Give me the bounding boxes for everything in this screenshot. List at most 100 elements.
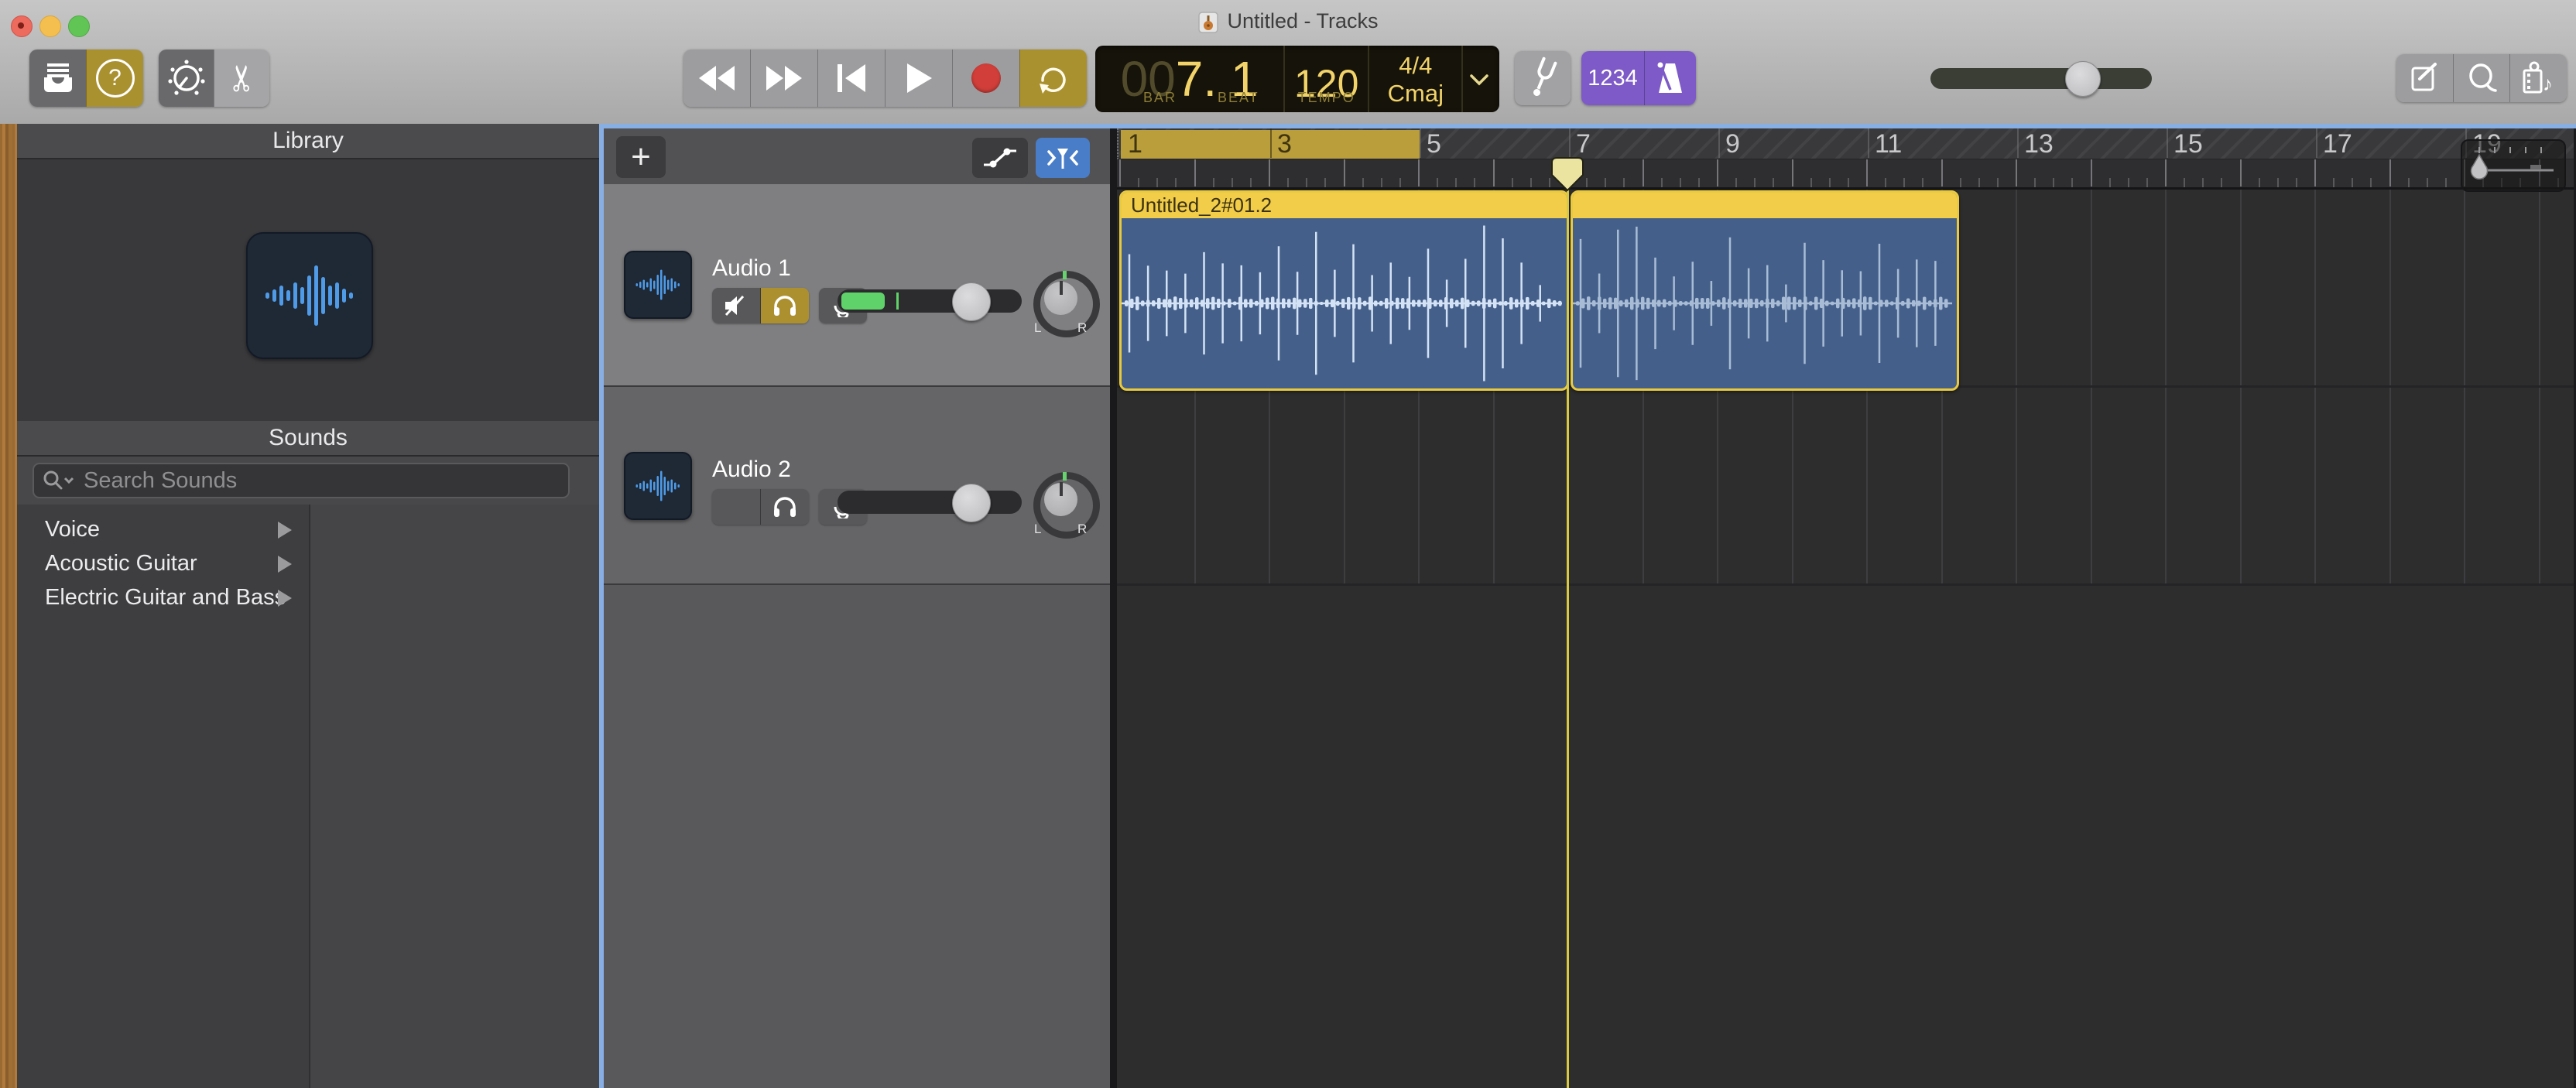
track-panel-toolbar: + xyxy=(604,128,1110,186)
beat-tick xyxy=(1249,178,1252,187)
beat-tick xyxy=(1922,178,1924,187)
search-input[interactable]: Search Sounds xyxy=(33,463,570,498)
mute-button[interactable] xyxy=(712,288,760,323)
library-tray-icon xyxy=(43,63,72,92)
beat-tick xyxy=(1978,178,1980,187)
playhead-line[interactable] xyxy=(1567,189,1569,1088)
metronome-button[interactable] xyxy=(1644,51,1696,105)
volume-knob[interactable] xyxy=(952,484,991,522)
meter-level-fill xyxy=(841,293,885,310)
knob-icon xyxy=(167,60,205,95)
add-track-button[interactable]: + xyxy=(616,136,666,178)
audio-region[interactable] xyxy=(1570,190,1959,391)
lcd-beat-label: BEAT xyxy=(1218,90,1259,105)
loop-browser-button[interactable] xyxy=(2453,54,2509,102)
volume-meter-slider[interactable] xyxy=(838,491,1022,514)
bar-tick xyxy=(2165,159,2167,186)
mute-button[interactable] xyxy=(712,489,760,525)
toolbar: Untitled - Tracks ? ✂ 007. 1 BAR BEAT 12… xyxy=(0,0,2576,125)
sounds-header: Sounds xyxy=(17,421,599,457)
solo-button[interactable] xyxy=(760,489,809,525)
sound-category-item[interactable]: Electric Guitar and Bass xyxy=(17,580,309,614)
beat-tick xyxy=(1754,178,1756,187)
beat-tick xyxy=(2221,178,2223,187)
ruler-ticks[interactable] xyxy=(1117,159,2574,187)
lcd-position-section[interactable]: 007. 1 BAR BEAT xyxy=(1095,46,1283,112)
track-icon-tile[interactable] xyxy=(624,251,692,319)
disclosure-triangle-icon[interactable] xyxy=(278,590,292,607)
search-area: Search Sounds xyxy=(17,457,599,505)
audio-region[interactable]: Untitled_2#01.2 xyxy=(1119,190,1570,391)
count-in-button[interactable]: 1234 xyxy=(1581,51,1644,105)
track-name[interactable]: Audio 1 xyxy=(712,255,791,282)
pan-left-label: L xyxy=(1034,320,1042,335)
notepad-pencil-icon xyxy=(2411,63,2437,91)
pan-knob[interactable] xyxy=(1033,472,1100,539)
lcd-tempo-section[interactable]: 120 TEMPO xyxy=(1283,46,1368,112)
editors-button[interactable]: ✂ xyxy=(214,50,269,107)
volume-knob[interactable] xyxy=(952,282,991,321)
beat-tick xyxy=(1810,178,1812,187)
lcd-menu-section[interactable] xyxy=(1461,46,1499,112)
beat-tick xyxy=(2202,178,2204,187)
cycle-button[interactable] xyxy=(1019,50,1087,107)
ruler-bar-number: 15 xyxy=(2174,129,2203,159)
horizontal-zoom-slider[interactable] xyxy=(2461,139,2566,192)
beat-tick xyxy=(1474,178,1476,187)
ruler-bar-number: 5 xyxy=(1427,129,1441,159)
record-dot-icon xyxy=(971,63,1001,93)
catch-funnel-icon xyxy=(1047,149,1078,169)
beat-tick xyxy=(1380,178,1382,187)
playhead-pin[interactable] xyxy=(1550,156,1585,192)
panel-timeline-separator[interactable] xyxy=(1110,128,1117,1088)
track-lanes[interactable]: Untitled_2#01.2 xyxy=(1117,190,2574,1088)
beat-tick xyxy=(2184,178,2186,187)
note-pads-button[interactable] xyxy=(2396,54,2453,102)
tuner-button[interactable] xyxy=(1515,51,1571,105)
record-button[interactable] xyxy=(952,50,1019,107)
beat-tick xyxy=(1959,178,1961,187)
lcd-key-section[interactable]: 4/4 Cmaj xyxy=(1368,46,1461,112)
bar-gridline xyxy=(2538,190,2540,586)
pan-knob[interactable] xyxy=(1033,271,1100,337)
solo-button[interactable] xyxy=(760,288,809,323)
track-name[interactable]: Audio 2 xyxy=(712,457,791,483)
automation-icon xyxy=(984,148,1016,168)
ruler-bar-number: 11 xyxy=(1875,129,1903,159)
catch-playhead-button[interactable] xyxy=(1036,138,1090,178)
automation-button[interactable] xyxy=(972,138,1028,178)
beat-tick xyxy=(1362,178,1364,187)
bar-tick xyxy=(1194,159,1196,186)
library-toggle-button[interactable] xyxy=(29,50,86,107)
fast-forward-button[interactable] xyxy=(750,50,817,107)
track-icon-tile[interactable] xyxy=(624,452,692,520)
disclosure-triangle-icon[interactable] xyxy=(278,522,292,539)
rewind-button[interactable] xyxy=(683,50,750,107)
beat-tick xyxy=(1455,178,1458,187)
mute-speaker-icon xyxy=(724,295,745,316)
smart-controls-button[interactable] xyxy=(159,50,214,107)
ruler-bar-tick xyxy=(1718,128,1720,158)
lcd-key-value: Cmaj xyxy=(1387,80,1444,107)
track-row[interactable]: Audio 2 L R xyxy=(604,387,1110,583)
search-icon xyxy=(43,470,74,490)
beat-tick xyxy=(2370,178,2372,187)
ruler-bar-numbers[interactable]: 135791113151719 xyxy=(1117,128,2574,159)
quick-help-button[interactable]: ? xyxy=(86,50,143,107)
play-button[interactable] xyxy=(885,50,952,107)
pan-left-label: L xyxy=(1034,522,1042,536)
track-row[interactable]: Audio 1 L R xyxy=(604,184,1110,385)
master-volume-knob[interactable] xyxy=(2065,61,2101,97)
media-browser-button[interactable]: ♪ xyxy=(2509,54,2567,102)
lcd-time-signature: 4/4 xyxy=(1399,52,1433,79)
go-to-beginning-button[interactable] xyxy=(817,50,885,107)
beat-tick xyxy=(1623,178,1625,187)
lcd-display[interactable]: 007. 1 BAR BEAT 120 TEMPO 4/4 Cmaj xyxy=(1095,46,1499,112)
master-volume-slider[interactable] xyxy=(1930,68,2152,89)
media-browser-icon: ♪ xyxy=(2523,61,2553,95)
sound-category-item[interactable]: Acoustic Guitar xyxy=(17,546,309,580)
volume-meter-slider[interactable] xyxy=(838,289,1022,313)
beat-tick xyxy=(1679,178,1681,187)
sound-category-item[interactable]: Voice xyxy=(17,512,309,546)
disclosure-triangle-icon[interactable] xyxy=(278,556,292,573)
